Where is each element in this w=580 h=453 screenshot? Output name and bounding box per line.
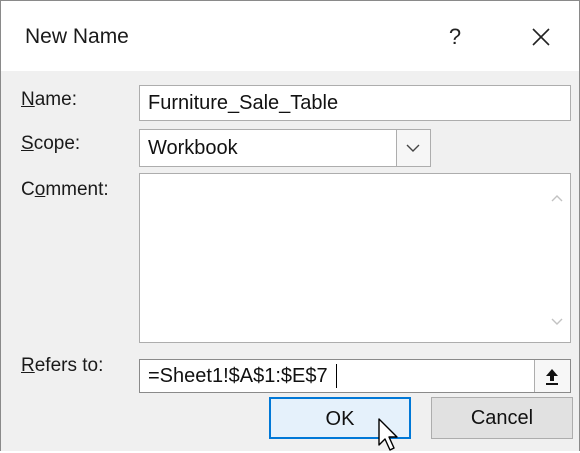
close-icon (532, 28, 550, 46)
cancel-button[interactable]: Cancel (431, 397, 573, 439)
scope-value: Workbook (148, 137, 238, 159)
new-name-dialog: New Name ? Name: Furniture_Sale_Table Sc… (0, 0, 580, 451)
comment-label-pre: C (21, 179, 35, 200)
name-label: Name: (21, 89, 77, 110)
title-bar: New Name ? (1, 1, 579, 71)
name-input[interactable]: Furniture_Sale_Table (139, 85, 571, 121)
scroll-up-icon[interactable] (550, 192, 564, 206)
mouse-pointer-icon (378, 418, 398, 451)
comment-label-rest: mment: (45, 179, 109, 200)
refers-to-input[interactable]: =Sheet1!$A$1:$E$7 (139, 359, 571, 393)
collapse-dialog-button[interactable] (534, 360, 570, 392)
scope-select[interactable]: Workbook (139, 129, 431, 167)
scope-dropdown-button[interactable] (396, 130, 430, 166)
name-label-text: ame: (34, 89, 77, 110)
refers-to-label: Refers to: (21, 355, 104, 376)
chevron-down-icon (406, 144, 420, 152)
collapse-arrow-icon (546, 369, 558, 385)
scope-label: Scope: (21, 133, 81, 154)
scope-label-text: cope: (33, 133, 81, 154)
close-button[interactable] (523, 19, 559, 55)
comment-textarea[interactable] (139, 173, 571, 343)
refers-to-label-text: efers to: (34, 355, 104, 376)
scroll-down-icon[interactable] (550, 314, 564, 328)
text-caret (336, 364, 337, 388)
comment-label: Comment: (21, 179, 109, 200)
refers-to-value: =Sheet1!$A$1:$E$7 (148, 365, 328, 387)
dialog-title: New Name (25, 25, 129, 48)
help-button[interactable]: ? (437, 19, 473, 55)
